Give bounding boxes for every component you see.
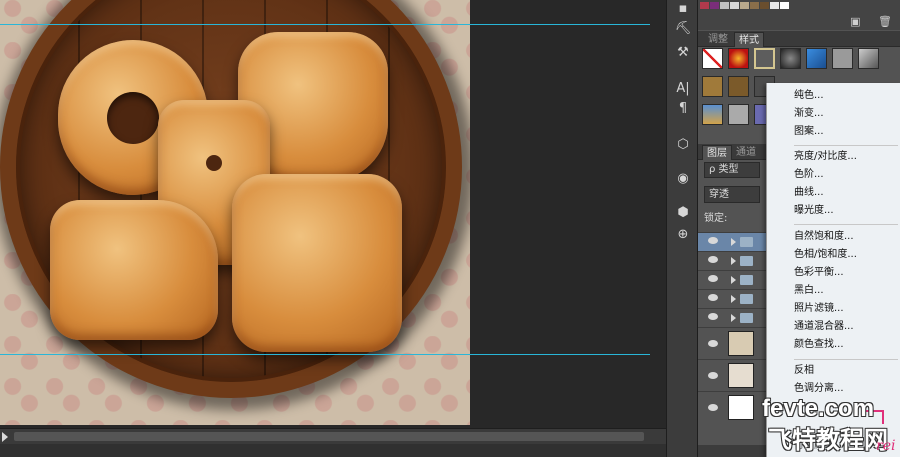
visibility-eye-icon[interactable] [708, 294, 718, 301]
menu-item-invert[interactable]: 反相 [794, 362, 814, 380]
layer-filter-kind[interactable]: ρ 类型 [704, 162, 760, 178]
bread-letter-e [232, 174, 402, 352]
style-swatch[interactable] [806, 48, 827, 69]
character-icon[interactable]: A| [673, 80, 693, 98]
style-swatch[interactable] [780, 48, 801, 69]
style-swatch[interactable] [858, 48, 879, 69]
tab-styles[interactable]: 样式 [734, 32, 764, 47]
menu-item-black-white[interactable]: 黑白... [794, 282, 824, 300]
artboard[interactable] [0, 0, 470, 425]
guide-line-top[interactable] [0, 24, 650, 25]
bread-letter-l [50, 200, 218, 340]
style-swatch[interactable] [728, 76, 749, 97]
folder-icon [740, 237, 753, 247]
folder-icon [740, 256, 753, 266]
visibility-eye-icon[interactable] [708, 404, 718, 411]
swatches-panel: ▣ 🗑 [698, 0, 900, 30]
panel-icon-column: ▪ ⛏ ⚒ A| ¶ ⬡ ◉ ⬢ ⊕ [666, 0, 698, 457]
visibility-eye-icon[interactable] [708, 340, 718, 347]
expand-triangle-icon[interactable] [731, 295, 736, 303]
menu-item-solid-color[interactable]: 纯色... [794, 87, 824, 105]
style-swatch[interactable] [702, 76, 723, 97]
menu-separator [794, 359, 898, 360]
photoshop-window: ▪ ⛏ ⚒ A| ¶ ⬡ ◉ ⬢ ⊕ ▣ 🗑 调整 样式 图层 通道 ρ 类型 … [0, 0, 900, 457]
tool-presets-icon[interactable]: ⚒ [673, 44, 693, 62]
settings-icon[interactable]: ⊕ [673, 226, 693, 244]
style-swatch[interactable] [728, 104, 749, 125]
swatch[interactable] [770, 2, 779, 9]
swatch[interactable] [780, 2, 789, 9]
watermark-site-name: 飞特教程网 [768, 426, 888, 454]
swatch-panel-icons: ▣ 🗑 [850, 15, 892, 28]
trash-icon[interactable]: 🗑 [878, 15, 892, 28]
swatch[interactable] [760, 2, 769, 9]
menu-item-levels[interactable]: 色阶... [794, 166, 824, 184]
style-swatch[interactable] [728, 48, 749, 69]
expand-triangle-icon[interactable] [731, 276, 736, 284]
layer-thumbnail [728, 363, 754, 388]
style-swatch[interactable] [754, 48, 775, 69]
swatch[interactable] [730, 2, 739, 9]
expand-triangle-icon[interactable] [731, 238, 736, 246]
new-swatch-icon[interactable]: ▣ [850, 15, 860, 28]
menu-separator [794, 224, 898, 225]
visibility-eye-icon[interactable] [708, 313, 718, 320]
3d-materials-icon[interactable]: ⬢ [673, 204, 693, 222]
menu-item-pattern[interactable]: 图案... [794, 123, 824, 141]
expand-triangle-icon[interactable] [731, 257, 736, 265]
swatch[interactable] [720, 2, 729, 9]
menu-item-color-balance[interactable]: 色彩平衡... [794, 264, 844, 282]
visibility-eye-icon[interactable] [708, 372, 718, 379]
folder-icon [740, 275, 753, 285]
visibility-eye-icon[interactable] [708, 237, 718, 244]
document-canvas-area[interactable] [0, 0, 666, 457]
style-swatch[interactable] [702, 104, 723, 125]
paragraph-icon[interactable]: ¶ [673, 100, 693, 118]
lock-label: 锁定: [704, 213, 728, 224]
layer-thumbnail [728, 395, 754, 420]
swatch[interactable] [700, 2, 709, 9]
watermark-url: fevte.com [762, 395, 875, 422]
expand-triangle-icon[interactable] [731, 314, 736, 322]
blend-mode-select[interactable]: 穿透 [704, 186, 760, 203]
visibility-eye-icon[interactable] [708, 275, 718, 282]
style-swatch[interactable] [832, 48, 853, 69]
menu-item-gradient[interactable]: 渐变... [794, 105, 824, 123]
folder-icon [740, 294, 753, 304]
folder-icon [740, 313, 753, 323]
styles-tabbar: 调整 样式 [698, 31, 900, 47]
panel-dock-icon[interactable]: ▪ [673, 0, 693, 18]
style-none[interactable] [702, 48, 723, 69]
watermark-tag: rei [876, 438, 896, 454]
menu-item-channel-mixer[interactable]: 通道混合器... [794, 318, 854, 336]
tab-adjustments[interactable]: 调整 [704, 32, 732, 47]
horizontal-scrollbar[interactable] [0, 428, 666, 444]
scroll-left-arrow-icon[interactable] [2, 432, 8, 442]
menu-item-color-lookup[interactable]: 颜色查找... [794, 336, 844, 354]
swatch[interactable] [740, 2, 749, 9]
menu-item-exposure[interactable]: 曝光度... [794, 202, 834, 220]
swatch[interactable] [710, 2, 719, 9]
guide-line-bottom[interactable] [0, 354, 650, 355]
menu-separator [794, 145, 898, 146]
swatch[interactable] [750, 2, 759, 9]
tab-channels[interactable]: 通道 [732, 145, 760, 160]
scroll-thumb[interactable] [14, 432, 644, 441]
menu-item-photo-filter[interactable]: 照片滤镜... [794, 300, 844, 318]
menu-item-brightness-contrast[interactable]: 亮度/对比度... [794, 148, 857, 166]
brush-preset-icon[interactable]: ⛏ [673, 20, 693, 38]
status-bar [0, 444, 666, 457]
visibility-eye-icon[interactable] [708, 256, 718, 263]
menu-item-hue-saturation[interactable]: 色相/饱和度... [794, 246, 857, 264]
kuler-icon[interactable]: ◉ [673, 170, 693, 188]
menu-item-curves[interactable]: 曲线... [794, 184, 824, 202]
tab-layers[interactable]: 图层 [702, 145, 732, 160]
layer-thumbnail [728, 331, 754, 356]
menu-item-vibrance[interactable]: 自然饱和度... [794, 228, 854, 246]
3d-icon[interactable]: ⬡ [673, 136, 693, 154]
